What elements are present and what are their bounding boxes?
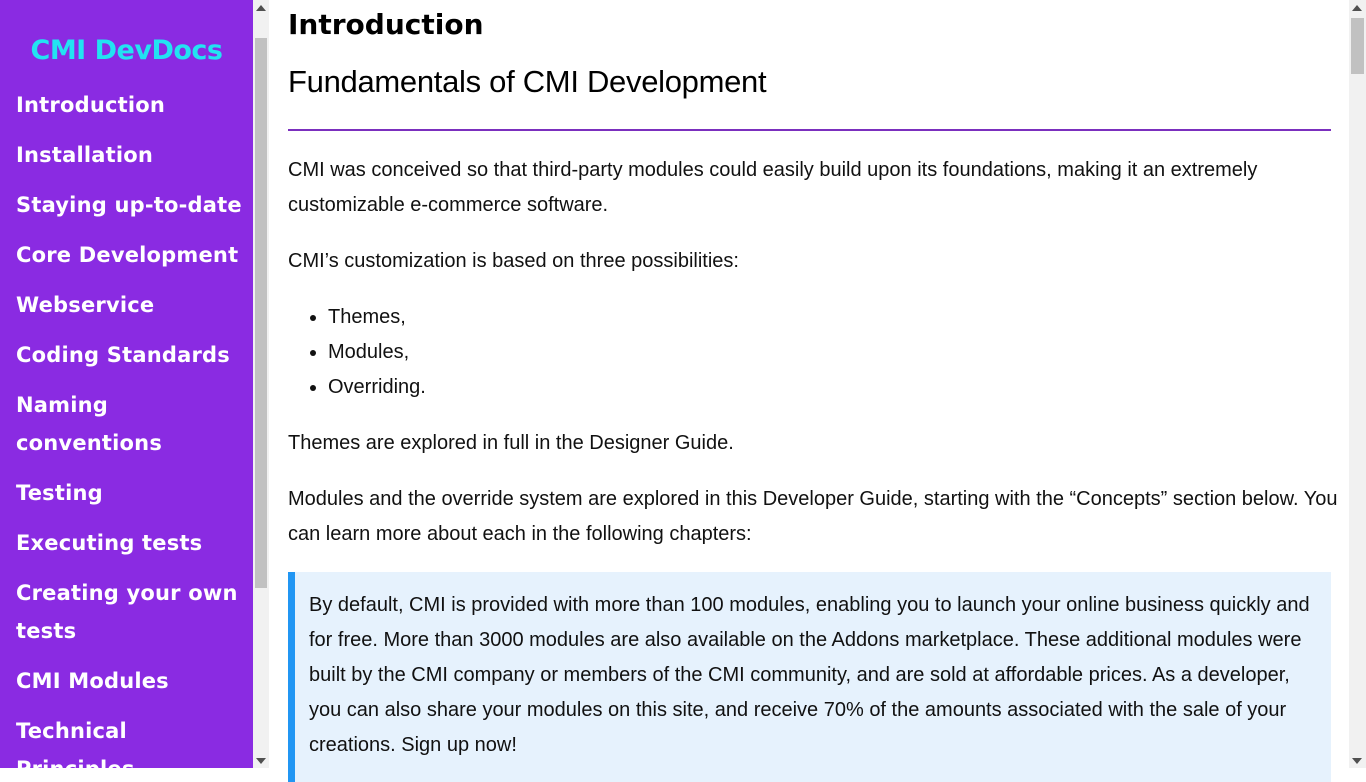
main-content: Introduction Fundamentals of CMI Develop… — [288, 0, 1337, 782]
callout-text: By default, CMI is provided with more th… — [309, 594, 1310, 756]
info-callout: By default, CMI is provided with more th… — [288, 572, 1331, 782]
site-brand[interactable]: CMI DevDocs — [0, 35, 253, 66]
modules-paragraph: Modules and the override system are expl… — [288, 488, 1338, 545]
sidebar-scrollbar-thumb[interactable] — [255, 38, 267, 588]
sidebar-item-staying-up-to-date[interactable]: Staying up-to-date — [16, 186, 246, 224]
sidebar-item-core-development[interactable]: Core Development — [16, 236, 246, 274]
sidebar-item-technical-principles[interactable]: Technical Principles — [16, 712, 246, 768]
sidebar-item-coding-standards[interactable]: Coding Standards — [16, 336, 246, 374]
sidebar-item-installation[interactable]: Installation — [16, 136, 246, 174]
sidebar-item-cmi-modules[interactable]: CMI Modules — [16, 662, 246, 700]
customization-paragraph: CMI’s customization is based on three po… — [288, 250, 739, 272]
list-item: Overriding. — [328, 370, 426, 405]
scroll-down-arrow-icon[interactable] — [1352, 758, 1362, 764]
main-scrollbar[interactable] — [1349, 0, 1366, 768]
list-item: Themes, — [328, 300, 426, 335]
sidebar-item-webservice[interactable]: Webservice — [16, 286, 246, 324]
section-heading: Fundamentals of CMI Development — [288, 64, 767, 99]
main-scrollbar-thumb[interactable] — [1351, 18, 1364, 74]
sidebar: CMI DevDocs Introduction Installation St… — [0, 0, 253, 768]
heading-divider — [288, 129, 1331, 131]
sidebar-scrollbar[interactable] — [253, 0, 269, 768]
sidebar-item-naming-conventions[interactable]: Naming conventions — [16, 386, 166, 462]
themes-paragraph: Themes are explored in full in the Desig… — [288, 432, 734, 454]
scroll-down-arrow-icon[interactable] — [256, 758, 266, 764]
intro-paragraph: CMI was conceived so that third-party mo… — [288, 159, 1258, 216]
sidebar-nav: Introduction Installation Staying up-to-… — [16, 86, 246, 768]
page-title: Introduction — [288, 8, 484, 41]
scroll-up-arrow-icon[interactable] — [256, 5, 266, 11]
sidebar-item-creating-your-own-tests[interactable]: Creating your own tests — [16, 574, 241, 650]
sidebar-item-executing-tests[interactable]: Executing tests — [16, 524, 246, 562]
sidebar-item-introduction[interactable]: Introduction — [16, 86, 246, 124]
list-item: Modules, — [328, 335, 426, 370]
sidebar-item-testing[interactable]: Testing — [16, 474, 246, 512]
scroll-up-arrow-icon[interactable] — [1352, 5, 1362, 11]
possibilities-list: Themes, Modules, Overriding. — [288, 300, 426, 405]
